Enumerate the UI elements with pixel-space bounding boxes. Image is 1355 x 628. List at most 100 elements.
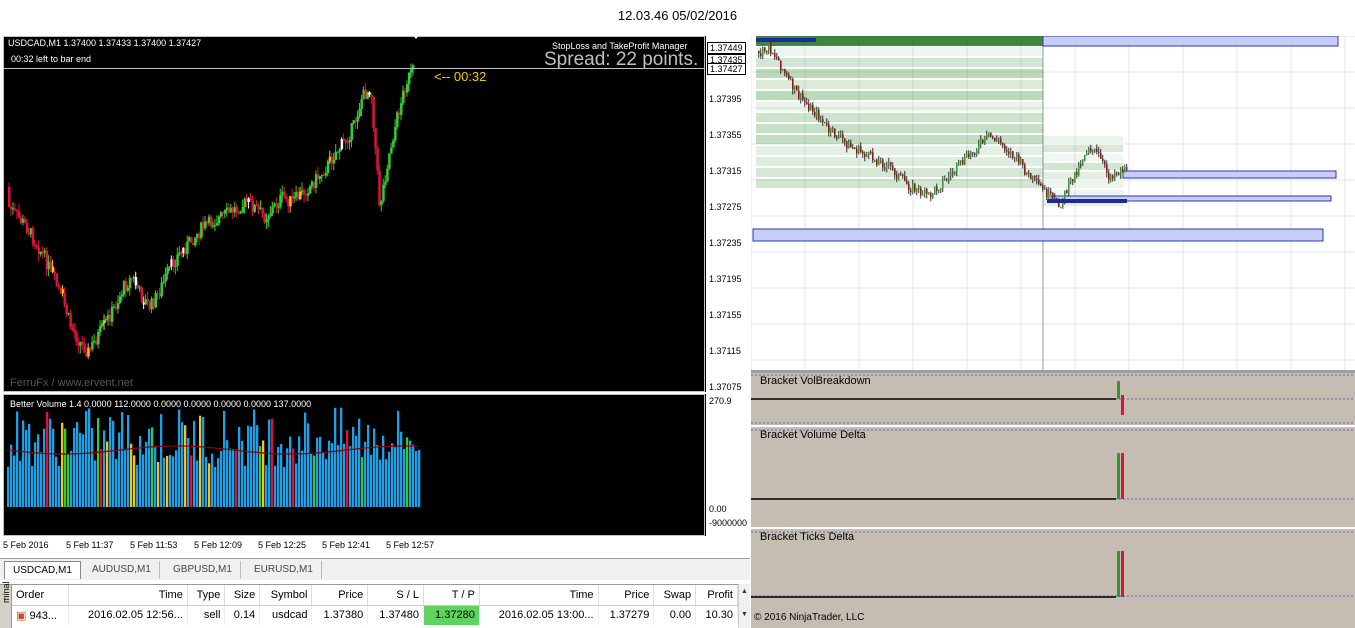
ninja-candle: [766, 50, 768, 52]
ninja-candle: [818, 110, 820, 120]
volume-bar: [94, 460, 97, 507]
terminal-sidebar[interactable]: minal: [0, 581, 12, 628]
ninja-candle: [870, 151, 872, 153]
candle: [190, 237, 193, 243]
volume-bar: [397, 410, 400, 507]
candle: [162, 281, 165, 283]
volume-bar: [346, 430, 349, 507]
ninja-candle: [1070, 179, 1072, 182]
ninja-candle: [1020, 159, 1022, 164]
ninja-price-chart[interactable]: [751, 36, 1355, 370]
chart-tabs: USDCAD,M1 AUDUSD,M1 GBPUSD,M1 EURUSD,M1: [0, 558, 750, 580]
volume-bar: [274, 465, 277, 507]
copyright: © 2016 NinjaTrader, LLC: [754, 612, 865, 623]
watermark: FerruFx / www.ervent.net: [10, 377, 133, 389]
volume-bar: [172, 456, 175, 507]
scroll-up-icon[interactable]: ▲: [739, 588, 750, 595]
ninja-candle: [842, 134, 844, 139]
table-row[interactable]: ▣ 943... 2016.02.05 12:56... sell 0.14 usdca…: [12, 605, 738, 625]
volume-profile-band: [756, 47, 1043, 56]
column-header[interactable]: Time: [68, 585, 188, 606]
tab-audusd[interactable]: AUDUSD,M1: [84, 561, 160, 579]
ninja-candle: [1030, 173, 1032, 180]
bracket-arrow: [1047, 199, 1127, 203]
ninja-candle: [764, 47, 766, 51]
dropdown-arrow-icon[interactable]: [411, 33, 421, 39]
ninja-candle: [908, 184, 910, 191]
volume-bar: [403, 448, 406, 507]
volume-bar: [259, 446, 262, 507]
ninja-candle: [1082, 160, 1084, 165]
candle: [336, 151, 340, 153]
column-header[interactable]: S / L: [367, 585, 425, 606]
volume-bar: [196, 460, 199, 507]
volume-bar: [181, 422, 184, 507]
column-header[interactable]: Price: [311, 585, 369, 606]
volume-profile-band: [756, 124, 1043, 133]
panel-volume-delta[interactable]: Bracket Volume Delta: [751, 427, 1355, 527]
ninja-candle: [1008, 151, 1010, 154]
ninja-candle: [768, 42, 770, 52]
volume-bar: [223, 411, 226, 507]
volume-bar: [49, 418, 52, 507]
candle: [217, 216, 221, 224]
delta-bar-up: [1117, 453, 1120, 499]
candle: [186, 241, 189, 254]
ninja-candle: [812, 104, 814, 112]
ninja-candle: [1088, 148, 1090, 153]
candle: [8, 187, 11, 207]
column-header[interactable]: Symbol: [259, 585, 313, 606]
ninja-candle: [1066, 190, 1068, 193]
delta-bar-up: [1117, 551, 1120, 597]
candle: [65, 304, 68, 315]
panel-vol-breakdown[interactable]: Bracket VolBreakdown: [751, 373, 1355, 425]
ninja-candle: [962, 160, 964, 165]
tab-gbpusd[interactable]: GBPUSD,M1: [165, 561, 241, 579]
volume-bar: [22, 420, 25, 507]
price-tick: 1.37195: [709, 274, 742, 284]
volume-bar: [319, 436, 322, 507]
candle: [386, 168, 389, 182]
ninja-candle: [836, 136, 838, 138]
column-header[interactable]: Price: [598, 585, 655, 606]
column-header[interactable]: Time: [479, 585, 599, 606]
column-header[interactable]: Profit: [695, 585, 738, 606]
volume-bar: [13, 455, 16, 507]
ninja-candle: [828, 124, 830, 133]
column-header[interactable]: T / P: [423, 585, 480, 606]
price-chart[interactable]: USDCAD,M1 1.37400 1.37433 1.37400 1.3742…: [3, 33, 706, 392]
vol-tick-top: 270.9: [709, 396, 732, 406]
price-tick: 1.37155: [709, 310, 742, 320]
ninja-candle: [830, 128, 832, 133]
ninja-candle: [802, 93, 804, 100]
column-header[interactable]: Swap: [653, 585, 697, 606]
tab-usdcad[interactable]: USDCAD,M1: [4, 561, 81, 579]
tab-eurusd[interactable]: EURUSD,M1: [246, 561, 322, 579]
time-tick: 5 Feb 12:41: [322, 540, 371, 550]
vol-breakdown-plot: [751, 374, 1355, 424]
candle: [33, 243, 37, 246]
ninja-candle: [1122, 168, 1124, 172]
ninja-candle: [976, 150, 978, 155]
candle: [409, 69, 413, 73]
ninja-candle: [874, 159, 876, 161]
candle: [154, 292, 158, 308]
ninja-candle: [1080, 164, 1082, 166]
table-cell: 1.37380: [311, 605, 369, 625]
candle: [172, 259, 175, 267]
ninja-candle: [1078, 164, 1080, 175]
column-header[interactable]: Size: [224, 585, 261, 606]
column-header[interactable]: Order: [12, 585, 70, 606]
ninja-candle: [900, 173, 902, 175]
candle: [277, 206, 280, 208]
ninja-candle: [1032, 176, 1034, 180]
time-tick: 5 Feb 12:25: [258, 540, 307, 550]
column-header[interactable]: Type: [187, 585, 226, 606]
ninja-candle: [796, 85, 798, 91]
orders-scrollbar[interactable]: ▲ ▼: [738, 584, 750, 628]
ninja-candle: [1046, 188, 1048, 199]
candle: [384, 181, 387, 185]
volume-panel[interactable]: Better Volume 1.4 0.0000 112.0000 0.0000…: [3, 394, 705, 536]
scroll-down-icon[interactable]: ▼: [739, 611, 750, 618]
ninja-candle: [1086, 152, 1088, 156]
